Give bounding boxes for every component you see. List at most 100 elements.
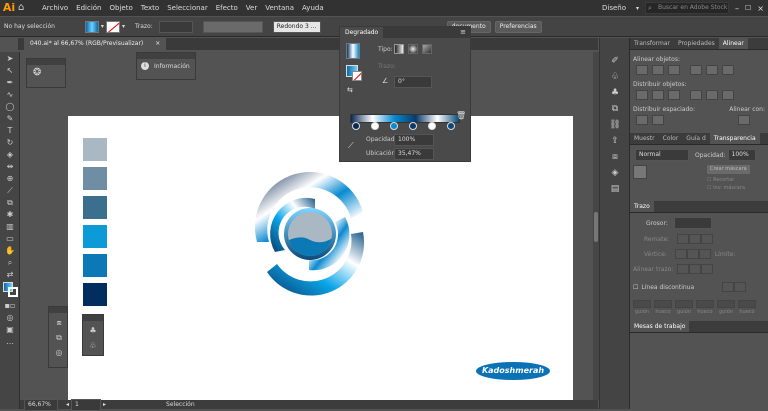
document-tab[interactable]: 040.ai* al 66,67% (RGB/Previsualizar) × [24, 38, 167, 50]
angle-field[interactable]: 0° [394, 76, 432, 88]
cap-round-button[interactable] [689, 234, 702, 244]
color-mode-icon[interactable]: ▪▫ [2, 300, 18, 311]
blend-tool-icon[interactable]: ⧉ [2, 197, 18, 208]
linear-type-button[interactable] [394, 44, 404, 54]
brush-field[interactable]: Redondo 3 ... [272, 20, 321, 33]
distribute-top-button[interactable] [636, 90, 648, 100]
corner-bevel-button[interactable] [698, 249, 711, 259]
radial-type-button[interactable] [408, 44, 418, 54]
dash-field[interactable] [675, 300, 693, 308]
cap-butt-button[interactable] [677, 234, 690, 244]
clip-checkbox[interactable]: ☐ Recortar [707, 177, 750, 183]
zoom-tool-icon[interactable]: ⌕ [2, 257, 18, 268]
align-left-button[interactable] [636, 65, 648, 75]
chevron-down-icon[interactable]: ▾ [636, 5, 639, 12]
reverse-gradient-icon[interactable]: ⇆ [347, 86, 353, 94]
menu-archivo[interactable]: Archivo [38, 4, 72, 12]
hand-tool-icon[interactable]: ✋ [2, 245, 18, 256]
info-panel-label[interactable]: Información [154, 63, 190, 70]
chevron-down-icon[interactable]: ▾ [101, 23, 104, 30]
dash-field[interactable] [633, 300, 651, 308]
libraries-icon[interactable]: ▤ [606, 182, 624, 196]
location-field[interactable]: 35,47% [394, 148, 434, 160]
stroke-mini[interactable] [352, 71, 362, 81]
gradient-stop[interactable] [447, 122, 455, 130]
invert-mask-checkbox[interactable]: ☐ Inv. máscara [707, 185, 750, 191]
fill-stroke-widget[interactable] [0, 281, 20, 299]
screen-mode-icon[interactable]: ▣ [2, 324, 18, 335]
align-right-button[interactable] [668, 65, 680, 75]
gradient-stop[interactable] [371, 122, 379, 130]
swap-colors-icon[interactable]: ⇄ [2, 269, 18, 280]
fill-swatch[interactable] [84, 20, 99, 33]
make-mask-button[interactable]: Crear máscara [707, 165, 750, 174]
stroke-indicator[interactable] [8, 287, 18, 297]
dashed-line-checkbox[interactable]: ☐ [633, 284, 638, 291]
symbols-icon[interactable]: ♣ [86, 325, 100, 336]
tab-alinear[interactable]: Alinear [718, 38, 748, 49]
gap-field[interactable] [654, 300, 672, 308]
space-vertical-button[interactable] [636, 115, 648, 125]
gap-field[interactable] [696, 300, 714, 308]
distribute-bottom-button[interactable] [668, 90, 680, 100]
export-icon[interactable]: ⇪ [606, 134, 624, 148]
align-hcenter-button[interactable] [652, 65, 664, 75]
menu-ventana[interactable]: Ventana [261, 4, 298, 12]
distribute-vcenter-button[interactable] [652, 90, 664, 100]
align-vcenter-button[interactable] [706, 65, 718, 75]
align-stroke-center-button[interactable] [677, 264, 690, 274]
menu-edicion[interactable]: Edición [72, 4, 105, 12]
direct-selection-tool-icon[interactable]: ↖ [2, 65, 18, 76]
freeform-type-button[interactable] [422, 44, 432, 54]
stroke-weight-input[interactable] [673, 217, 712, 229]
space-horizontal-button[interactable] [652, 115, 664, 125]
tab-trazo[interactable]: Trazo [630, 201, 654, 212]
gap-field[interactable] [738, 300, 756, 308]
info-icon[interactable]: i [141, 62, 149, 70]
layers-icon[interactable]: ◈ [606, 166, 624, 180]
tab-transformar[interactable]: Transformar [630, 38, 674, 49]
brand-badge[interactable]: Kadoshmerah [476, 362, 550, 380]
opacity-field[interactable]: 100% [394, 134, 434, 146]
selection-tool-icon[interactable]: ➤ [2, 53, 18, 64]
align-top-button[interactable] [690, 65, 702, 75]
next-artboard-icon[interactable]: ▸ [103, 401, 106, 408]
gradient-stop[interactable] [409, 122, 417, 130]
mask-thumbnail[interactable] [633, 165, 647, 179]
workspace-switcher[interactable]: Diseño [598, 4, 630, 12]
home-icon[interactable]: ⌂ [18, 1, 32, 15]
pen-tool-icon[interactable]: ✒ [2, 77, 18, 88]
align-stroke-inside-button[interactable] [689, 264, 702, 274]
gradient-stop[interactable] [352, 122, 360, 130]
preferences-button[interactable]: Preferencias [494, 20, 542, 33]
rotate-tool-icon[interactable]: ↻ [2, 137, 18, 148]
pencil-tool-icon[interactable]: ✎ [2, 113, 18, 124]
align-stroke-outside-button[interactable] [701, 264, 714, 274]
cap-square-button[interactable] [701, 234, 714, 244]
menu-seleccionar[interactable]: Seleccionar [163, 4, 212, 12]
gradient-stop[interactable] [390, 122, 398, 130]
minimize-icon[interactable]: – [735, 4, 739, 13]
distribute-left-button[interactable] [690, 90, 702, 100]
eyedropper-icon[interactable]: ⟋ [348, 141, 354, 151]
curvature-tool-icon[interactable]: ∿ [2, 89, 18, 100]
image-trace-icon[interactable]: ⧈ [52, 317, 66, 328]
circular-logo-artwork[interactable] [245, 172, 375, 302]
graph-tool-icon[interactable]: ▥ [2, 221, 18, 232]
links-icon[interactable]: ⛓ [606, 118, 624, 132]
gradient-panel-tab[interactable]: Degradado [340, 27, 384, 38]
stroke-weight-field[interactable] [158, 20, 193, 33]
brushes-icon[interactable]: ♧ [606, 70, 624, 84]
dash-field[interactable] [717, 300, 735, 308]
graphic-styles-icon[interactable]: ⧉ [606, 102, 624, 116]
panel-grip[interactable] [49, 307, 67, 313]
dash-preserve-button[interactable] [722, 282, 735, 292]
width-tool-icon[interactable]: ⇹ [2, 161, 18, 172]
corner-miter-button[interactable] [674, 249, 687, 259]
gradient-stop[interactable] [428, 122, 436, 130]
panel-grip[interactable] [27, 59, 65, 65]
align-bottom-button[interactable] [722, 65, 734, 75]
menu-ver[interactable]: Ver [242, 4, 261, 12]
close-tab-icon[interactable]: × [155, 40, 160, 47]
scroll-thumb[interactable] [594, 212, 598, 242]
